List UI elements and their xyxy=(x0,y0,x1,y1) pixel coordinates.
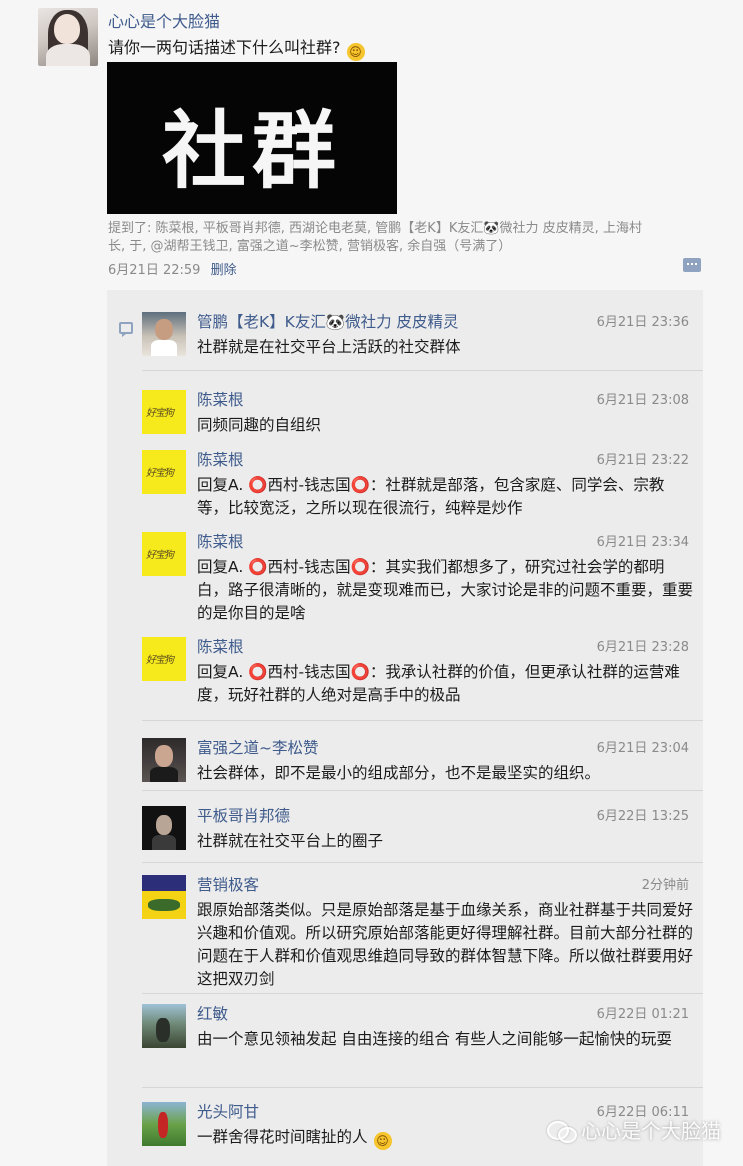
commenter-name[interactable]: 富强之道~李松赞 xyxy=(197,736,319,758)
comment-divider xyxy=(142,790,703,791)
commenter-name[interactable]: 陈菜根 xyxy=(197,530,244,552)
comment-text-content: 一群舍得花时间瞎扯的人 xyxy=(197,1128,368,1146)
commenter-avatar[interactable] xyxy=(142,806,186,850)
comment-text: 回复A. ⭕西村-钱志国⭕：我承认社群的价值，但更承认社群的运营难度，玩好社群的… xyxy=(197,663,680,704)
comment-time: 6月21日 23:36 xyxy=(596,315,689,330)
commenter-name[interactable]: 管鹏【老K】K友汇🐼微社力 皮皮精灵 xyxy=(197,310,459,332)
comment-time: 6月21日 23:08 xyxy=(596,393,689,408)
comment-divider xyxy=(142,862,703,863)
comment-text: 社群就在社交平台上的圈子 xyxy=(197,832,384,850)
delete-link[interactable]: 删除 xyxy=(211,263,237,278)
post-text: 请你一两句话描述下什么叫社群? ☺ xyxy=(108,34,365,61)
commenter-name[interactable]: 光头阿甘 xyxy=(197,1100,259,1122)
comment-text: 社会群体，即不是最小的组成部分，也不是最坚实的组织。 xyxy=(197,764,601,782)
watermark-text: 心心是个大脸猫 xyxy=(581,1119,721,1143)
comment-divider xyxy=(142,993,703,994)
comment-bubble-icon xyxy=(119,322,133,337)
commenter-name[interactable]: 陈菜根 xyxy=(197,388,244,410)
comment-divider xyxy=(142,370,703,371)
comment-text: 回复A. ⭕西村-钱志国⭕：社群就是部落，包含家庭、同学会、宗教等，比较宽泛，之… xyxy=(197,476,665,517)
comment-time: 2分钟前 xyxy=(641,878,689,893)
comment-text: 社群就是在社交平台上活跃的社交群体 xyxy=(197,338,461,356)
comment-time: 6月21日 23:04 xyxy=(596,741,689,756)
commenter-avatar[interactable] xyxy=(142,450,186,494)
commenter-avatar[interactable] xyxy=(142,312,186,356)
post-meta: 6月21日 22:59 删除 xyxy=(108,259,237,278)
commenter-name[interactable]: 平板哥肖邦德 xyxy=(197,804,290,826)
watermark: 心心是个大脸猫 xyxy=(547,1115,721,1144)
comment-action-icon[interactable] xyxy=(683,258,701,272)
comment-time: 6月22日 01:21 xyxy=(596,1007,689,1022)
commenter-avatar[interactable] xyxy=(142,532,186,576)
post-image[interactable]: 社群 xyxy=(107,62,397,214)
comment-text: 跟原始部落类似。只是原始部落是基于血缘关系，商业社群基于共同爱好兴趣和价值观。所… xyxy=(197,901,694,988)
smile-emoji-icon: ☺ xyxy=(373,1132,392,1150)
commenter-avatar[interactable] xyxy=(142,738,186,782)
comment-text: 回复A. ⭕西村-钱志国⭕：其实我们都想多了，研究过社会学的都明白，路子很清晰的… xyxy=(197,558,694,622)
post-image-text: 社群 xyxy=(161,101,342,200)
comment-time: 6月22日 13:25 xyxy=(596,809,689,824)
commenter-avatar[interactable] xyxy=(142,1102,186,1146)
moments-page: 心心是个大脸猫 请你一两句话描述下什么叫社群? ☺ 社群 提到了: 陈菜根, 平板… xyxy=(0,0,743,1166)
post-text-content: 请你一两句话描述下什么叫社群? xyxy=(108,38,341,57)
commenter-name[interactable]: 红敏 xyxy=(197,1002,228,1024)
commenter-avatar[interactable] xyxy=(142,637,186,681)
post-time: 6月21日 22:59 xyxy=(108,263,201,278)
commenter-name[interactable]: 陈菜根 xyxy=(197,635,244,657)
comment-text: 同频同趣的自组织 xyxy=(197,416,322,434)
comment-time: 6月21日 23:34 xyxy=(596,535,689,550)
commenter-avatar[interactable] xyxy=(142,1004,186,1048)
author-avatar[interactable] xyxy=(38,8,98,66)
commenter-avatar[interactable] xyxy=(142,390,186,434)
wechat-icon xyxy=(547,1119,577,1143)
mentions-list[interactable]: 提到了: 陈菜根, 平板哥肖邦德, 西湖论电老莫, 管鹏【老K】K友汇🐼微社力 … xyxy=(108,220,648,256)
post-author-name[interactable]: 心心是个大脸猫 xyxy=(108,8,220,32)
comment-divider xyxy=(142,720,703,721)
comment-time: 6月21日 23:22 xyxy=(596,453,689,468)
commenter-name[interactable]: 陈菜根 xyxy=(197,448,244,470)
comment-text: 由一个意见领袖发起 自由连接的组合 有些人之间能够一起愉快的玩耍 xyxy=(197,1030,672,1048)
smile-emoji-icon: ☺ xyxy=(346,43,365,61)
comment-time: 6月21日 23:28 xyxy=(596,640,689,655)
commenter-avatar[interactable] xyxy=(142,875,186,919)
comment-divider xyxy=(142,1087,703,1088)
commenter-name[interactable]: 营销极客 xyxy=(197,873,259,895)
